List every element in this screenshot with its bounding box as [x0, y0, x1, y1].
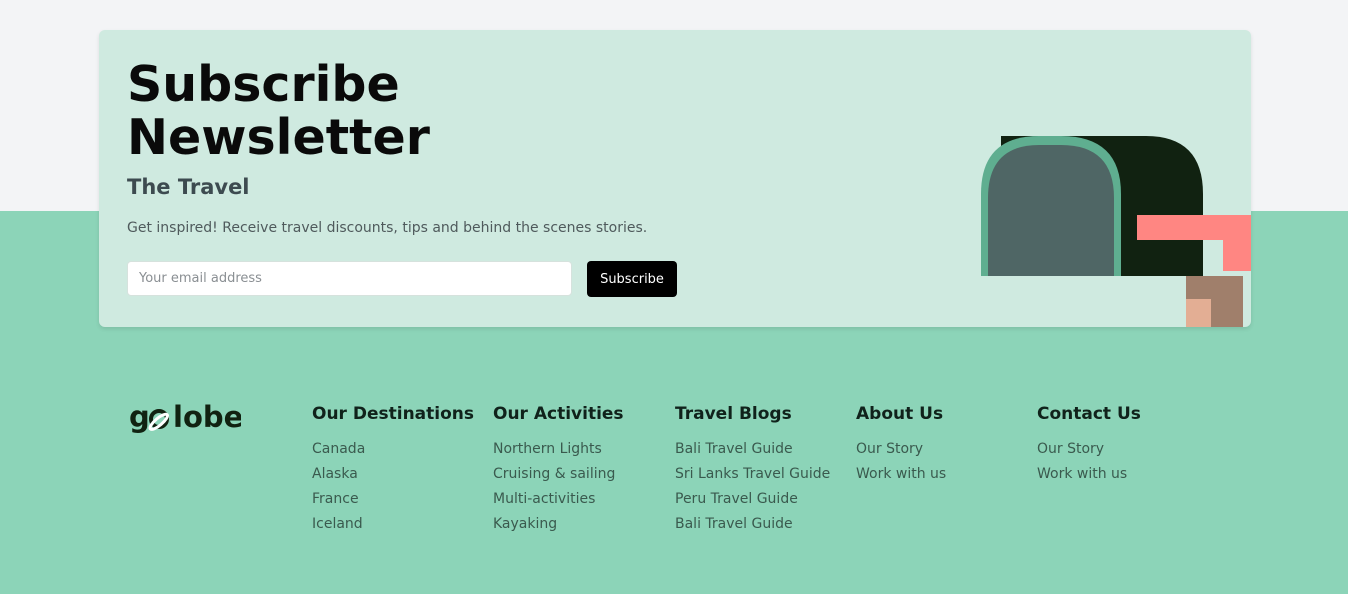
footer-link[interactable]: Our Story — [1037, 437, 1141, 462]
footer-link[interactable]: Alaska — [312, 462, 474, 487]
footer-link[interactable]: Cruising & sailing — [493, 462, 624, 487]
newsletter-title-line1: Subscribe — [127, 56, 400, 113]
newsletter-title-line2: Newsletter — [127, 109, 430, 166]
footer-link[interactable]: Bali Travel Guide — [675, 437, 830, 462]
footer-link[interactable]: Kayaking — [493, 512, 624, 537]
footer-heading: Our Activities — [493, 404, 624, 424]
footer-column-activities: Our Activities Northern Lights Cruising … — [493, 403, 624, 537]
golobe-logo[interactable]: g lobe — [129, 398, 241, 442]
footer-link[interactable]: Canada — [312, 437, 474, 462]
newsletter-title: Subscribe Newsletter — [127, 58, 430, 164]
footer-column-travel-blogs: Travel Blogs Bali Travel Guide Sri Lanks… — [675, 403, 830, 537]
footer-link[interactable]: Multi-activities — [493, 487, 624, 512]
page: Subscribe Newsletter The Travel Get insp… — [0, 0, 1348, 594]
footer-link[interactable]: France — [312, 487, 474, 512]
footer-heading: Travel Blogs — [675, 404, 792, 424]
footer-link[interactable]: Iceland — [312, 512, 474, 537]
email-input[interactable] — [127, 261, 572, 296]
mailbox-illustration — [981, 136, 1251, 327]
footer-link[interactable]: Peru Travel Guide — [675, 487, 830, 512]
subscribe-button[interactable]: Subscribe — [587, 261, 677, 297]
footer-link[interactable]: Northern Lights — [493, 437, 624, 462]
svg-text:g: g — [129, 400, 150, 434]
svg-text:lobe: lobe — [173, 400, 241, 434]
footer-heading: Our Destinations — [312, 404, 474, 424]
footer-column-contact-us: Contact Us Our Story Work with us — [1037, 403, 1141, 487]
newsletter-card: Subscribe Newsletter The Travel Get insp… — [99, 30, 1251, 327]
footer-link[interactable]: Work with us — [1037, 462, 1141, 487]
newsletter-subtitle: The Travel — [127, 175, 250, 199]
footer-link[interactable]: Our Story — [856, 437, 946, 462]
footer-heading: Contact Us — [1037, 404, 1141, 424]
footer-link[interactable]: Bali Travel Guide — [675, 512, 830, 537]
footer-link[interactable]: Work with us — [856, 462, 946, 487]
footer-link[interactable]: Sri Lanks Travel Guide — [675, 462, 830, 487]
newsletter-description: Get inspired! Receive travel discounts, … — [127, 220, 648, 236]
footer-column-about-us: About Us Our Story Work with us — [856, 403, 946, 487]
footer-column-destinations: Our Destinations Canada Alaska France Ic… — [312, 403, 474, 537]
footer-heading: About Us — [856, 404, 944, 424]
